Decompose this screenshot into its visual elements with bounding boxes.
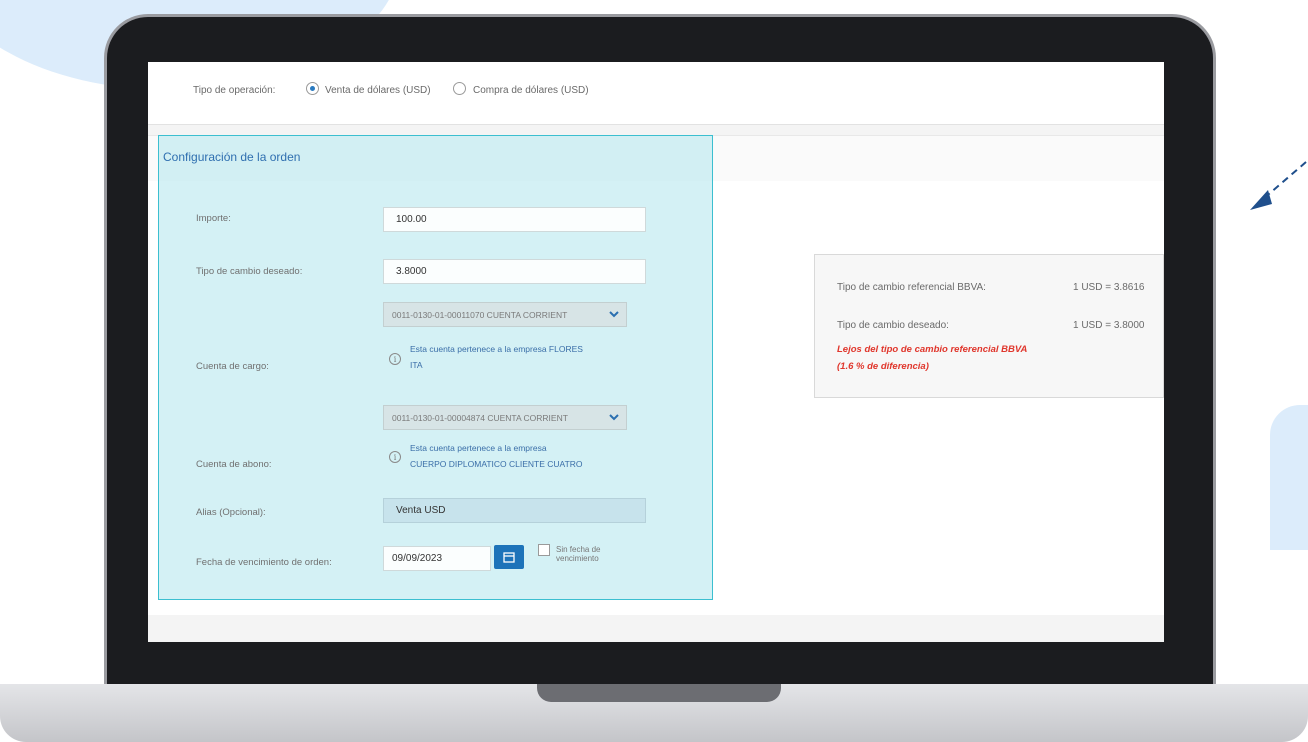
sell-usd-radio[interactable] bbox=[306, 82, 319, 95]
due-date-input[interactable]: 09/09/2023 bbox=[383, 546, 491, 571]
chevron-down-icon bbox=[609, 311, 619, 318]
sell-usd-label: Venta de dólares (USD) bbox=[325, 85, 431, 96]
decorative-shape bbox=[1270, 405, 1308, 550]
credit-account-value: 0011-0130-01-00004874 CUENTA CORRIENT bbox=[392, 413, 568, 423]
no-date-line1: Sin fecha de bbox=[556, 545, 601, 554]
calendar-icon bbox=[503, 552, 515, 563]
exchange-rate-input[interactable]: 3.8000 bbox=[383, 259, 646, 284]
no-date-line2: vencimiento bbox=[556, 554, 599, 563]
reference-rate-box: Tipo de cambio referencial BBVA: 1 USD =… bbox=[814, 254, 1164, 398]
debit-account-select[interactable]: 0011-0130-01-00011070 CUENTA CORRIENT bbox=[383, 302, 627, 327]
reference-rate-label: Tipo de cambio referencial BBVA: bbox=[837, 282, 986, 293]
desired-rate-value: 1 USD = 3.8000 bbox=[1073, 320, 1145, 331]
credit-account-label: Cuenta de abono: bbox=[196, 459, 272, 470]
debit-account-label: Cuenta de cargo: bbox=[196, 361, 269, 372]
exchange-rate-label: Tipo de cambio deseado: bbox=[196, 266, 303, 277]
alias-input[interactable]: Venta USD bbox=[383, 498, 646, 523]
credit-account-info: Esta cuenta pertenece a la empresa CUERP… bbox=[410, 442, 583, 471]
importe-label: Importe: bbox=[196, 213, 231, 224]
decorative-arrow-icon bbox=[1250, 161, 1307, 210]
credit-info-line1: Esta cuenta pertenece a la empresa bbox=[410, 443, 547, 453]
laptop-notch bbox=[537, 684, 781, 702]
operation-type-label: Tipo de operación: bbox=[193, 85, 276, 96]
info-icon: i bbox=[389, 451, 401, 463]
rate-warning-line1: Lejos del tipo de cambio referencial BBV… bbox=[837, 344, 1028, 355]
debit-info-line2: ITA bbox=[410, 360, 423, 370]
config-title: Configuración de la orden bbox=[163, 150, 301, 164]
desired-rate-label: Tipo de cambio deseado: bbox=[837, 320, 949, 331]
due-date-label: Fecha de vencimiento de orden: bbox=[196, 557, 332, 568]
chevron-down-icon bbox=[609, 414, 619, 421]
calendar-button[interactable] bbox=[494, 545, 524, 569]
alias-label: Alias (Opcional): bbox=[196, 507, 266, 518]
importe-input[interactable]: 100.00 bbox=[383, 207, 646, 232]
no-due-date-checkbox[interactable] bbox=[538, 544, 550, 556]
operation-type-row: Tipo de operación: Venta de dólares (USD… bbox=[148, 62, 1164, 125]
credit-account-select[interactable]: 0011-0130-01-00004874 CUENTA CORRIENT bbox=[383, 405, 627, 430]
credit-info-line2: CUERPO DIPLOMATICO CLIENTE CUATRO bbox=[410, 459, 583, 469]
debit-account-info: Esta cuenta pertenece a la empresa FLORE… bbox=[410, 343, 583, 372]
debit-info-line1: Esta cuenta pertenece a la empresa FLORE… bbox=[410, 344, 583, 354]
info-icon: i bbox=[389, 353, 401, 365]
rate-warning-line2: (1.6 % de diferencia) bbox=[837, 361, 929, 372]
reference-rate-value: 1 USD = 3.8616 bbox=[1073, 282, 1145, 293]
buy-usd-radio[interactable] bbox=[453, 82, 466, 95]
buy-usd-label: Compra de dólares (USD) bbox=[473, 85, 589, 96]
no-due-date-label: Sin fecha de vencimiento bbox=[556, 545, 616, 563]
debit-account-value: 0011-0130-01-00011070 CUENTA CORRIENT bbox=[392, 310, 568, 320]
